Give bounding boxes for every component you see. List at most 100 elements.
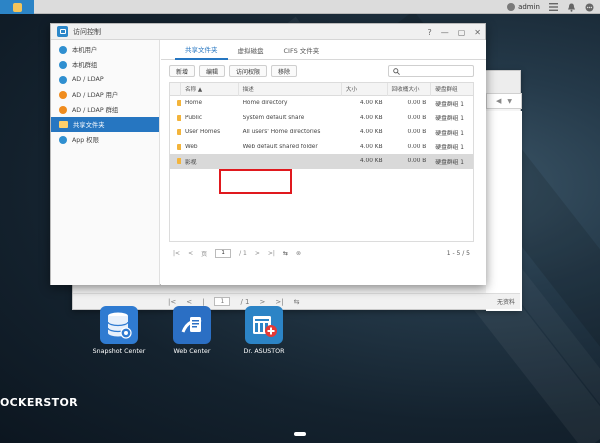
background-window-toolbar: ◀ ▼ (486, 93, 522, 109)
notification-icon[interactable] (566, 2, 576, 12)
prev-page-icon[interactable]: < (186, 298, 192, 306)
page-total: / 1 (240, 297, 250, 306)
window-titlebar[interactable]: 访问控制 ? — ▢ ✕ (51, 24, 485, 40)
menu-icon[interactable] (548, 2, 558, 12)
sidebar-item-ad-ldap-users[interactable]: AD / LDAP 用户 (51, 87, 159, 102)
table-row-selected[interactable]: 影视 4.00 KB 0.00 B 硬盘群组 1 (170, 154, 473, 169)
folder-icon (170, 143, 181, 150)
maximize-icon[interactable]: ▢ (458, 28, 466, 37)
tab-cifs-folders[interactable]: CIFS 文件夹 (274, 40, 330, 60)
folder-size: 4.00 KB (360, 100, 383, 107)
add-button[interactable]: 新增 (169, 65, 196, 77)
first-page-icon[interactable]: |< (173, 250, 180, 257)
page-input[interactable]: 1 (214, 297, 231, 306)
top-bar-right: admin (507, 0, 594, 14)
first-page-icon[interactable]: |< (168, 298, 176, 306)
column-header-size[interactable]: 大小 (342, 82, 388, 96)
access-control-window: 访问控制 ? — ▢ ✕ 本机用户 本机群组 AD / LDAP AD / LD… (50, 23, 486, 285)
folder-size: 4.00 KB (360, 158, 383, 165)
folder-description: Web default shared folder (242, 143, 318, 150)
desktop-icon-snapshot-center[interactable]: Snapshot Center (89, 306, 149, 355)
main-content: 共享文件夹 虚拟磁盘 CIFS 文件夹 新增 编辑 访问权限 移除 名称 ▲ 描… (161, 40, 486, 285)
tab-shared-folders[interactable]: 共享文件夹 (175, 40, 228, 60)
sidebar-item-label: App 权限 (72, 137, 99, 144)
shared-folder-table: 名称 ▲ 描述 大小 回收桶大小 硬盘群组 Home Home director… (169, 82, 474, 242)
table-header: 名称 ▲ 描述 大小 回收桶大小 硬盘群组 (170, 82, 473, 96)
folder-size: 4.00 KB (360, 114, 383, 121)
column-header-name[interactable]: 名称 ▲ (181, 82, 239, 96)
desktop-icon-label: Web Center (173, 348, 211, 355)
edit-button[interactable]: 编辑 (199, 65, 226, 77)
remove-button[interactable]: 移除 (271, 65, 298, 77)
folder-recycle-size: 0.00 B (407, 100, 427, 107)
prev-page-icon[interactable]: < (188, 250, 193, 257)
username: admin (518, 3, 540, 11)
folder-volume: 硬盘群组 1 (435, 130, 464, 137)
back-icon[interactable]: ◀ (496, 97, 501, 105)
sidebar-item-label: AD / LDAP 群组 (72, 107, 119, 114)
sidebar-item-local-users[interactable]: 本机用户 (51, 42, 159, 57)
last-page-icon[interactable]: >| (275, 298, 283, 306)
tab-virtual-disks[interactable]: 虚拟磁盘 (228, 40, 274, 60)
table-row[interactable]: Home Home directory 4.00 KB 0.00 B 硬盘群组 … (170, 96, 473, 111)
folder-recycle-size: 0.00 B (407, 114, 427, 121)
page-indicator[interactable] (294, 432, 306, 436)
table-row[interactable]: Public System default share 4.00 KB 0.00… (170, 111, 473, 126)
user-menu[interactable]: admin (507, 3, 540, 11)
ad-user-icon (59, 90, 67, 99)
column-header-volume[interactable]: 硬盘群组 (431, 83, 473, 96)
avatar (507, 3, 516, 11)
folder-name: 影视 (184, 159, 197, 166)
folder-icon (170, 100, 181, 107)
table-row[interactable]: User Homes All users' Home directories 4… (170, 125, 473, 140)
sidebar-item-label: AD / LDAP (72, 76, 104, 83)
desktop-icon-label: Snapshot Center (92, 348, 146, 355)
folder-name: User Homes (184, 129, 221, 136)
web-center-icon (173, 306, 211, 344)
search-input[interactable] (388, 65, 474, 77)
snapshot-center-icon (100, 306, 138, 344)
dropdown-icon[interactable]: ▼ (507, 98, 512, 105)
sidebar-item-app-permissions[interactable]: App 权限 (51, 132, 159, 147)
close-icon[interactable]: ✕ (474, 28, 481, 37)
options-icon[interactable] (584, 2, 594, 12)
refresh-icon[interactable]: ⇆ (294, 298, 300, 306)
folder-recycle-size: 0.00 B (407, 129, 427, 136)
folder-icon (170, 114, 181, 121)
access-rights-button[interactable]: 访问权限 (229, 65, 268, 77)
column-header-description[interactable]: 描述 (239, 82, 342, 96)
page-label: 页 (201, 250, 208, 258)
page-input[interactable]: 1 (215, 248, 232, 258)
top-bar: admin (0, 0, 600, 14)
select-column-header (170, 82, 181, 96)
help-icon[interactable]: ? (427, 28, 431, 37)
page-separator: | (202, 297, 205, 306)
sidebar-item-ad-ldap-groups[interactable]: AD / LDAP 群组 (51, 102, 159, 117)
user-icon (59, 45, 67, 54)
folder-volume: 硬盘群组 1 (435, 145, 464, 152)
folder-volume: 硬盘群组 1 (435, 116, 464, 123)
desktop-icon-dr-asustor[interactable]: Dr. ASUSTOR (234, 306, 294, 355)
sidebar-item-ad-ldap[interactable]: AD / LDAP (51, 72, 159, 87)
sidebar-item-shared-folders[interactable]: 共享文件夹 (51, 117, 159, 132)
table-row[interactable]: Web Web default shared folder 4.00 KB 0.… (170, 140, 473, 155)
next-page-icon[interactable]: > (260, 298, 266, 306)
next-page-icon[interactable]: > (255, 250, 260, 257)
refresh-icon[interactable]: ⇆ (283, 250, 288, 257)
window-title: 访问控制 (73, 27, 101, 36)
shared-folder-icon (59, 121, 68, 128)
ad-ldap-icon (59, 75, 67, 84)
folder-recycle-size: 0.00 B (407, 143, 427, 150)
desktop-icon-web-center[interactable]: Web Center (162, 306, 222, 355)
app-launcher-icon[interactable] (0, 0, 34, 14)
minimize-icon[interactable]: — (441, 28, 449, 37)
sidebar-item-local-groups[interactable]: 本机群组 (51, 57, 159, 72)
app-permission-icon (59, 135, 67, 144)
empty-text: 无资料 (496, 299, 515, 306)
desktop-icon-label: Dr. ASUSTOR (243, 348, 285, 355)
clear-filter-icon[interactable]: ⊗ (296, 250, 301, 257)
folder-description: Home directory (242, 100, 288, 107)
folder-name: Web (184, 143, 198, 150)
last-page-icon[interactable]: >| (268, 250, 275, 257)
column-header-recycle-bin[interactable]: 回收桶大小 (388, 82, 432, 96)
